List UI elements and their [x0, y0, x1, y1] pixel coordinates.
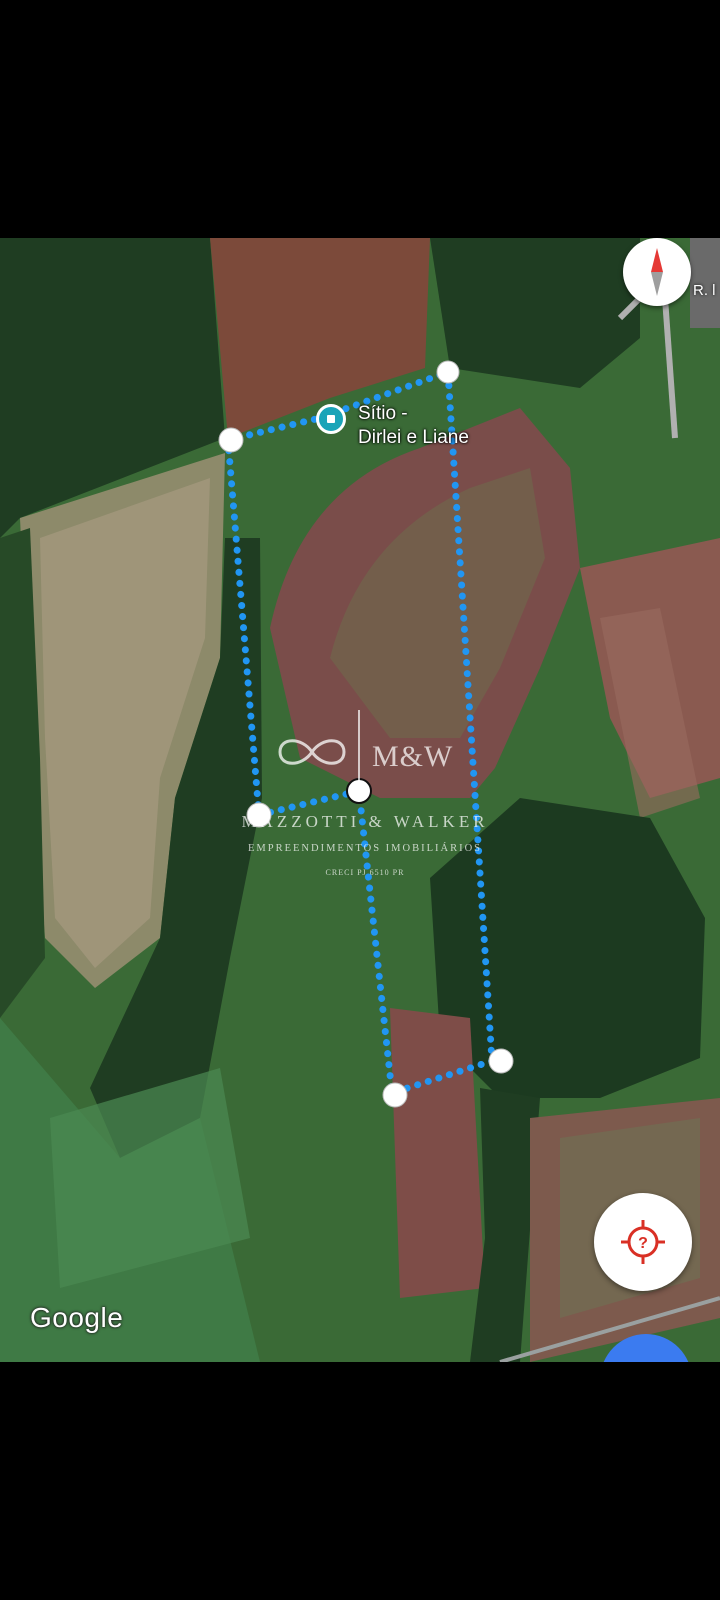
watermark: M&W MAZZOTTI & WALKER EMPREENDIMENTOS IM…	[200, 708, 530, 908]
watermark-license: CRECI PJ 6510 PR	[325, 868, 405, 877]
watermark-brand: M&W	[372, 740, 454, 773]
watermark-name: MAZZOTTI & WALKER	[241, 812, 489, 831]
satellite-map[interactable]: Sítio - Dirlei e Liane R. l M&W MAZZOTTI…	[0, 238, 720, 1362]
my-location-button[interactable]: ?	[594, 1193, 692, 1291]
google-attribution: Google	[30, 1302, 124, 1333]
place-pin-icon[interactable]	[316, 404, 346, 434]
infinity-logo-icon	[278, 739, 346, 765]
top-black-bar	[0, 0, 720, 238]
my-location-icon: ?	[621, 1220, 665, 1264]
road-label: R. l	[693, 282, 716, 299]
svg-text:?: ?	[638, 1235, 648, 1252]
compass-icon[interactable]	[623, 238, 691, 306]
boundary-vertex[interactable]	[488, 1048, 514, 1074]
watermark-divider	[358, 710, 360, 800]
watermark-subtitle: EMPREENDIMENTOS IMOBILIÁRIOS	[247, 843, 483, 854]
boundary-vertex[interactable]	[382, 1082, 408, 1108]
place-label[interactable]: Sítio - Dirlei e Liane	[358, 402, 469, 450]
bottom-black-bar	[0, 1362, 720, 1600]
boundary-vertex[interactable]	[218, 427, 244, 453]
boundary-vertex[interactable]	[436, 360, 460, 384]
